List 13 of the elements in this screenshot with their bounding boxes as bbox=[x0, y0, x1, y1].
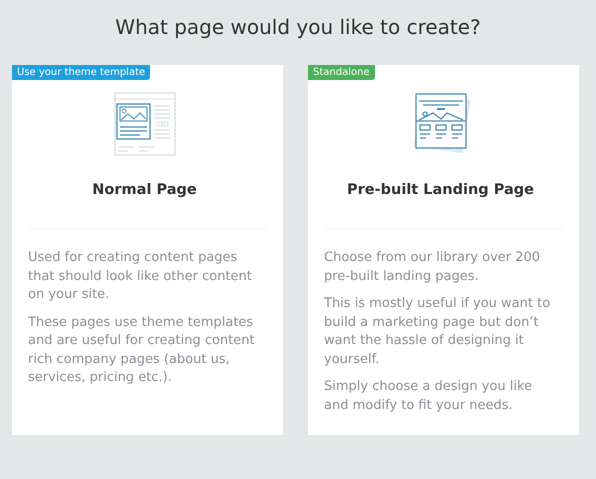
page-type-card[interactable] bbox=[308, 65, 579, 435]
card-badge: Standalone bbox=[308, 65, 375, 80]
card-badge: Use your theme template bbox=[12, 65, 150, 80]
webpage-layout-icon bbox=[114, 92, 176, 156]
card-title: Pre-built Landing Page bbox=[346, 182, 535, 198]
page-heading: What page would you like to create? bbox=[114, 14, 482, 41]
card-description: These pages use theme templates and are useful for creating content rich company pages (about us, services, pricing etc.). bbox=[28, 314, 256, 387]
card-description: This is mostly useful if you want to build a marketing page but don’t want the hassle of designing it yourself. bbox=[324, 295, 552, 368]
card-title: Normal Page bbox=[91, 182, 198, 198]
card-description: Used for creating content pages that should look like other content on your site. bbox=[28, 249, 253, 304]
card-description: Simply choose a design you like and modify to fit your needs. bbox=[324, 378, 534, 414]
card-description: Choose from our library over 200 pre-built landing pages. bbox=[324, 249, 542, 286]
page-type-card[interactable] bbox=[12, 65, 283, 435]
